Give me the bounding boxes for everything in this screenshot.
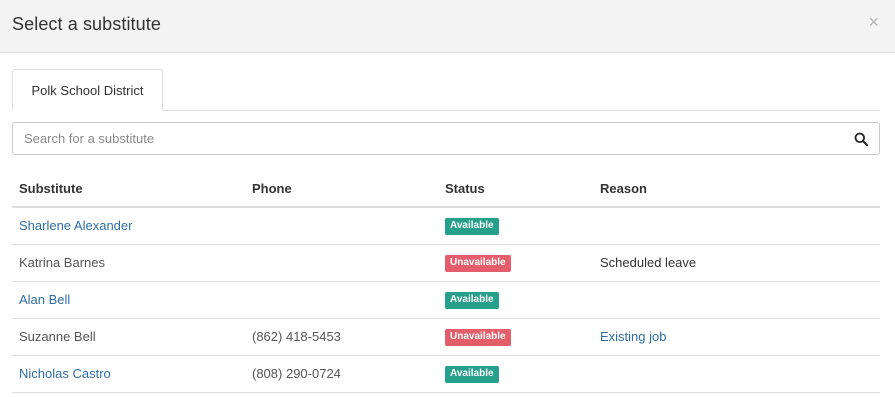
reason-text[interactable]: Existing job <box>600 329 666 344</box>
tab-polk-school-district[interactable]: Polk School District <box>12 69 163 111</box>
status-badge: Available <box>445 292 499 309</box>
table-header-row: Substitute Phone Status Reason <box>12 170 880 208</box>
cell-phone: (862) 418-5453 <box>245 318 438 356</box>
column-header-phone: Phone <box>245 170 438 208</box>
cell-reason: Existing job <box>593 318 880 356</box>
substitutes-table: Substitute Phone Status Reason Sharlene … <box>12 170 880 393</box>
cell-status: Available <box>438 355 593 393</box>
status-badge: Unavailable <box>445 329 511 346</box>
column-header-reason: Reason <box>593 170 880 208</box>
cell-status: Unavailable <box>438 244 593 282</box>
search-box <box>12 122 880 155</box>
cell-reason <box>593 281 880 319</box>
column-header-substitute: Substitute <box>12 170 245 208</box>
modal-header: Select a substitute × <box>0 0 895 53</box>
cell-reason <box>593 355 880 393</box>
phone-number: (808) 290-0724 <box>252 366 341 381</box>
phone-number: (862) 418-5453 <box>252 329 341 344</box>
substitute-name: Suzanne Bell <box>19 329 96 344</box>
cell-substitute: Alan Bell <box>12 281 245 319</box>
search-input[interactable] <box>13 123 843 154</box>
substitute-name[interactable]: Sharlene Alexander <box>19 218 132 233</box>
cell-substitute: Sharlene Alexander <box>12 207 245 245</box>
cell-reason <box>593 207 880 245</box>
cell-reason: Scheduled leave <box>593 244 880 282</box>
table-row: Alan Bell Available <box>12 281 880 319</box>
cell-substitute: Katrina Barnes <box>12 244 245 282</box>
substitute-name[interactable]: Alan Bell <box>19 292 70 307</box>
cell-status: Unavailable <box>438 318 593 356</box>
close-icon[interactable]: × <box>868 13 879 31</box>
cell-phone <box>245 207 438 245</box>
table-row: Katrina Barnes Unavailable Scheduled leave <box>12 244 880 282</box>
table-row: Suzanne Bell (862) 418-5453 Unavailable Exi… <box>12 318 880 356</box>
select-substitute-modal: Select a substitute × Polk School Distri… <box>0 0 895 397</box>
cell-phone <box>245 244 438 282</box>
cell-phone: (808) 290-0724 <box>245 355 438 393</box>
reason-text: Scheduled leave <box>600 255 697 270</box>
status-badge: Available <box>445 218 499 236</box>
district-tabs: Polk School District <box>12 69 880 111</box>
table-row: Nicholas Castro (808) 290-0724 Available <box>12 355 880 393</box>
table-row: Sharlene Alexander Available <box>12 207 880 245</box>
substitute-name: Katrina Barnes <box>19 255 105 270</box>
cell-status: Available <box>438 281 593 319</box>
search-icon[interactable] <box>854 132 868 146</box>
cell-status: Available <box>438 207 593 245</box>
status-badge: Unavailable <box>445 255 511 272</box>
column-header-status: Status <box>438 170 593 208</box>
modal-title: Select a substitute <box>12 14 161 34</box>
cell-substitute: Suzanne Bell <box>12 318 245 356</box>
status-badge: Available <box>445 366 499 383</box>
cell-substitute: Nicholas Castro <box>12 355 245 393</box>
cell-phone <box>245 281 438 319</box>
substitute-name[interactable]: Nicholas Castro <box>19 366 111 381</box>
